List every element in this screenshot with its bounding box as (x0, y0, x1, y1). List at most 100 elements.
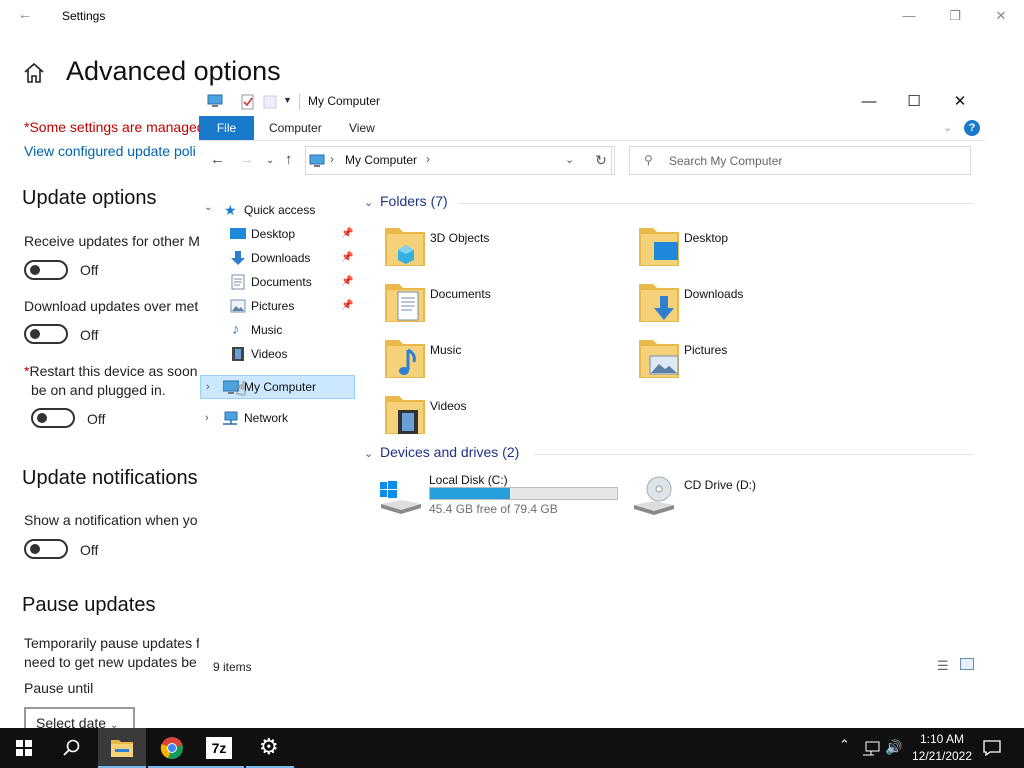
notification-center-icon[interactable] (983, 740, 1001, 756)
tab-computer[interactable]: Computer (269, 116, 322, 140)
notification-toggle[interactable] (24, 539, 68, 559)
back-icon[interactable]: ← (210, 151, 225, 168)
minimize-icon[interactable]: — (854, 91, 884, 113)
restore-icon[interactable]: ❐ (943, 6, 967, 26)
pin-icon[interactable]: 📌 (341, 223, 353, 245)
clock-date: 12/21/2022 (911, 749, 973, 763)
toggle-state: Off (80, 327, 99, 343)
pin-icon[interactable]: 📌 (341, 247, 353, 269)
receive-updates-toggle[interactable] (24, 260, 68, 280)
address-text[interactable]: My Computer (345, 153, 417, 167)
file-explorer-window: ▼ My Computer — ☐ ✕ File Computer View ⌄… (199, 86, 985, 688)
tree-desktop[interactable]: Desktop 📌 (230, 223, 354, 245)
metered-toggle[interactable] (24, 324, 68, 344)
devices-group-header[interactable]: Devices and drives (2) (380, 444, 519, 460)
large-icons-view-icon[interactable] (960, 658, 974, 670)
folder-pictures[interactable]: Pictures (638, 336, 838, 386)
breadcrumb-separator-icon[interactable]: › (426, 152, 430, 166)
group-divider (459, 203, 974, 204)
tree-network[interactable]: › Network (200, 407, 355, 429)
drive-c-free-space: 45.4 GB free of 79.4 GB (429, 502, 558, 516)
address-dropdown-icon[interactable]: ⌄ (565, 153, 574, 166)
search-icon: ⚲ (644, 153, 653, 167)
windows-start-icon (16, 740, 32, 756)
tree-documents[interactable]: Documents 📌 (230, 271, 354, 293)
tree-quick-access[interactable]: ★ Quick access (224, 199, 354, 221)
taskbar: 7z ⚙ ⌃ 🔊 1:10 AM 12/21/2022 (0, 728, 1024, 768)
start-button[interactable] (0, 728, 48, 768)
folder-desktop[interactable]: Desktop (638, 224, 838, 274)
receive-updates-label: Receive updates for other M (24, 233, 200, 249)
address-bar[interactable]: › My Computer › ⌄ (305, 146, 612, 175)
volume-icon[interactable]: 🔊 (885, 739, 902, 756)
minimize-icon[interactable]: — (897, 6, 921, 26)
group-collapse-icon[interactable]: ⌄ (364, 447, 373, 460)
pause-desc-line2: need to get new updates be (24, 654, 197, 670)
group-collapse-icon[interactable]: ⌄ (364, 196, 373, 209)
customize-toolbar-icon[interactable]: ▼ (283, 95, 292, 105)
pause-desc-line1: Temporarily pause updates f (24, 635, 200, 651)
search-button[interactable] (48, 728, 96, 768)
folder-downloads[interactable]: Downloads (638, 280, 838, 330)
drive-d[interactable]: CD Drive (D:) (632, 470, 832, 520)
folder-videos[interactable]: Videos (384, 392, 584, 442)
status-item-count: 9 items (213, 660, 252, 674)
expand-icon[interactable]: › (206, 376, 210, 398)
music-note-icon: ♪ (232, 321, 240, 338)
folder-music[interactable]: Music (384, 336, 584, 386)
pause-heading: Pause updates (22, 594, 156, 616)
chrome-icon (160, 737, 183, 759)
tree-videos[interactable]: Videos (230, 343, 354, 365)
folder-3d-objects[interactable]: 3D Objects (384, 224, 584, 274)
drive-c-usage-bar (429, 487, 618, 500)
refresh-icon[interactable]: ↻ (588, 146, 615, 175)
tree-my-computer[interactable]: › My Computer (200, 375, 355, 399)
new-folder-icon[interactable] (262, 94, 278, 110)
search-box[interactable]: ⚲ Search My Computer (629, 146, 971, 175)
documents-folder-icon (385, 284, 425, 322)
tree-pictures[interactable]: Pictures 📌 (230, 295, 354, 317)
chrome-taskbar-button[interactable] (148, 728, 196, 768)
network-icon[interactable] (862, 741, 880, 756)
explorer-title: My Computer (308, 94, 381, 108)
folders-group-header[interactable]: Folders (7) (380, 193, 448, 209)
file-explorer-taskbar-button[interactable] (98, 728, 146, 768)
desktop-folder-icon (639, 228, 679, 266)
restart-label: *Restart this device as soon (24, 363, 198, 379)
forward-icon[interactable]: → (239, 151, 254, 168)
clock[interactable]: 1:10 AM 12/21/2022 (905, 731, 979, 765)
collapse-icon[interactable]: ⌄ (204, 202, 212, 213)
settings-icon: ⚙ (259, 734, 279, 759)
expand-icon[interactable]: › (205, 407, 209, 429)
up-icon[interactable]: ↑ (285, 151, 293, 168)
tab-file[interactable]: File (199, 116, 254, 140)
details-view-icon[interactable]: ☰ (937, 658, 949, 674)
tree-downloads[interactable]: Downloads 📌 (230, 247, 354, 269)
home-icon[interactable] (22, 61, 46, 85)
policy-link[interactable]: View configured update poli (24, 143, 196, 159)
expand-ribbon-icon[interactable]: ⌄ (943, 121, 952, 134)
document-icon (231, 274, 245, 290)
help-icon[interactable]: ? (964, 120, 980, 136)
hand-cursor-icon: ☝ (235, 379, 247, 400)
restart-toggle[interactable] (31, 408, 75, 428)
pin-icon[interactable]: 📌 (341, 295, 353, 317)
breadcrumb-separator-icon[interactable]: › (330, 152, 334, 166)
chevron-up-icon[interactable]: ⌃ (839, 737, 850, 753)
windows-drive-icon (380, 481, 421, 514)
tab-view[interactable]: View (349, 116, 375, 140)
close-icon[interactable]: ✕ (945, 91, 975, 113)
back-arrow-icon[interactable]: ← (15, 6, 35, 22)
managed-notice: *Some settings are managed (24, 119, 205, 135)
pin-icon[interactable]: 📌 (341, 271, 353, 293)
close-icon[interactable]: ✕ (989, 6, 1013, 26)
folder-documents[interactable]: Documents (384, 280, 584, 330)
tree-music[interactable]: ♪ Music (230, 319, 354, 341)
7zip-taskbar-button[interactable]: 7z (196, 728, 244, 768)
maximize-icon[interactable]: ☐ (899, 91, 929, 113)
notifications-heading: Update notifications (22, 467, 198, 489)
properties-icon[interactable] (240, 94, 256, 110)
page-title: Advanced options (66, 56, 281, 86)
recent-locations-icon[interactable]: ⌄ (266, 155, 274, 166)
settings-taskbar-button[interactable]: ⚙ (246, 728, 294, 768)
